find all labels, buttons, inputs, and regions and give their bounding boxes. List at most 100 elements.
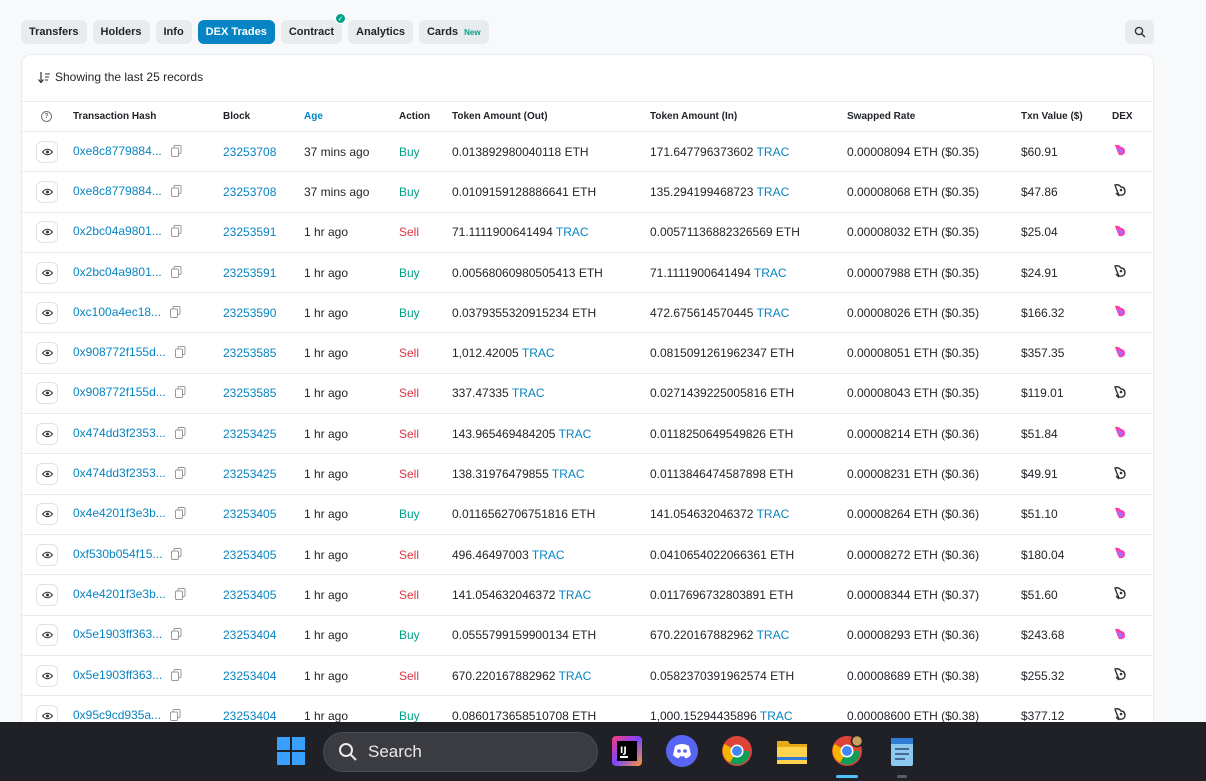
copy-button[interactable]: [174, 467, 186, 482]
txn-hash-link[interactable]: 0xe8c8779884...: [73, 184, 162, 198]
help-icon[interactable]: ?: [41, 111, 52, 122]
view-details-button[interactable]: [36, 543, 58, 566]
token-out-symbol[interactable]: TRAC: [522, 346, 555, 360]
dex-cell[interactable]: [1112, 212, 1153, 253]
txn-hash-link[interactable]: 0x474dd3f2353...: [73, 426, 166, 440]
txn-hash-link[interactable]: 0x5e1903ff363...: [73, 627, 162, 641]
txn-hash-link[interactable]: 0x2bc04a9801...: [73, 224, 162, 238]
copy-button[interactable]: [171, 668, 182, 684]
block-link[interactable]: 23253425: [223, 427, 276, 441]
txn-hash-link[interactable]: 0x95c9cd935a...: [73, 708, 161, 722]
block-link[interactable]: 23253404: [223, 628, 276, 642]
block-link[interactable]: 23253404: [223, 669, 276, 683]
view-details-button[interactable]: [36, 301, 58, 324]
taskbar-app-notepad[interactable]: [885, 734, 919, 778]
view-details-button[interactable]: [36, 463, 58, 486]
token-in-symbol[interactable]: TRAC: [754, 266, 787, 280]
tab-analytics[interactable]: Analytics: [348, 20, 413, 44]
taskbar-search[interactable]: Search: [323, 732, 598, 772]
token-out-symbol[interactable]: TRAC: [556, 225, 589, 239]
dex-cell[interactable]: [1112, 453, 1153, 495]
dex-cell[interactable]: [1112, 292, 1153, 334]
dex-cell[interactable]: [1112, 534, 1153, 576]
token-out-symbol[interactable]: TRAC: [559, 669, 592, 683]
token-out-symbol[interactable]: TRAC: [512, 386, 545, 400]
txn-hash-link[interactable]: 0x4e4201f3e3b...: [73, 587, 166, 601]
tab-dex-trades[interactable]: DEX Trades: [197, 20, 275, 44]
tab-contract[interactable]: Contract ✓: [280, 13, 347, 44]
token-in-symbol[interactable]: TRAC: [757, 306, 790, 320]
block-link[interactable]: 23253405: [223, 507, 276, 521]
block-link[interactable]: 23253591: [223, 225, 276, 239]
taskbar-app-chrome-profile[interactable]: [830, 734, 864, 778]
view-details-button[interactable]: [36, 503, 58, 526]
block-link[interactable]: 23253585: [223, 386, 276, 400]
view-details-button[interactable]: [36, 583, 58, 606]
block-link[interactable]: 23253708: [223, 185, 276, 199]
txn-hash-link[interactable]: 0xe8c8779884...: [73, 144, 162, 158]
view-details-button[interactable]: [36, 140, 58, 163]
tab-cards[interactable]: Cards New: [418, 20, 489, 44]
token-out-symbol[interactable]: TRAC: [532, 548, 565, 562]
copy-button[interactable]: [170, 184, 182, 200]
taskbar-app-intellij[interactable]: IJ: [610, 734, 644, 768]
copy-button[interactable]: [171, 547, 182, 563]
block-link[interactable]: 23253405: [223, 548, 276, 562]
block-link[interactable]: 23253404: [223, 709, 276, 723]
taskbar-app-discord[interactable]: [665, 734, 699, 768]
view-details-button[interactable]: [36, 664, 58, 687]
view-details-button[interactable]: [36, 221, 58, 244]
token-in-symbol[interactable]: TRAC: [757, 628, 790, 642]
block-link[interactable]: 23253405: [223, 588, 276, 602]
tab-holders[interactable]: Holders: [92, 20, 150, 44]
txn-hash-link[interactable]: 0x908772f155d...: [73, 345, 166, 359]
copy-button[interactable]: [174, 346, 186, 361]
dex-cell[interactable]: [1112, 373, 1153, 415]
dex-cell[interactable]: [1112, 494, 1153, 535]
token-out-symbol[interactable]: TRAC: [559, 427, 592, 441]
token-in-symbol[interactable]: TRAC: [760, 709, 793, 723]
view-details-button[interactable]: [36, 342, 58, 365]
view-details-button[interactable]: [36, 422, 58, 445]
txn-hash-link[interactable]: 0x4e4201f3e3b...: [73, 506, 166, 520]
view-details-button[interactable]: [36, 180, 58, 203]
txn-hash-link[interactable]: 0x5e1903ff363...: [73, 668, 162, 682]
token-in-symbol[interactable]: TRAC: [757, 185, 790, 199]
copy-button[interactable]: [174, 386, 186, 401]
txn-hash-link[interactable]: 0xf530b054f15...: [73, 547, 162, 561]
dex-cell[interactable]: [1112, 574, 1153, 616]
copy-button[interactable]: [170, 225, 182, 240]
view-details-button[interactable]: [36, 382, 58, 405]
dex-cell[interactable]: [1112, 413, 1153, 455]
search-button[interactable]: [1125, 20, 1154, 44]
txn-hash-link[interactable]: 0x908772f155d...: [73, 385, 166, 399]
copy-button[interactable]: [171, 628, 182, 643]
copy-button[interactable]: [170, 144, 182, 160]
block-link[interactable]: 23253708: [223, 145, 276, 159]
token-out-symbol[interactable]: TRAC: [559, 588, 592, 602]
txn-hash-link[interactable]: 0xc100a4ec18...: [73, 305, 161, 319]
txn-hash-link[interactable]: 0x2bc04a9801...: [73, 265, 162, 279]
block-link[interactable]: 23253591: [223, 266, 276, 280]
col-header-age[interactable]: Age: [304, 101, 399, 132]
view-details-button[interactable]: [36, 261, 58, 284]
copy-button[interactable]: [174, 426, 186, 442]
copy-button[interactable]: [170, 305, 181, 321]
dex-cell[interactable]: [1112, 171, 1153, 213]
copy-button[interactable]: [174, 587, 186, 603]
token-in-symbol[interactable]: TRAC: [757, 507, 790, 521]
dex-cell[interactable]: [1112, 131, 1153, 173]
block-link[interactable]: 23253585: [223, 346, 276, 360]
start-button[interactable]: [274, 734, 308, 768]
taskbar-app-chrome[interactable]: [720, 734, 754, 768]
token-in-symbol[interactable]: TRAC: [757, 145, 790, 159]
view-details-button[interactable]: [36, 624, 58, 647]
dex-cell[interactable]: [1112, 252, 1153, 294]
tab-transfers[interactable]: Transfers: [21, 20, 87, 44]
copy-button[interactable]: [170, 265, 182, 281]
dex-cell[interactable]: [1112, 332, 1153, 374]
block-link[interactable]: 23253425: [223, 467, 276, 481]
tab-info[interactable]: Info: [155, 20, 192, 44]
taskbar-app-file-explorer[interactable]: [775, 734, 809, 768]
txn-hash-link[interactable]: 0x474dd3f2353...: [73, 466, 166, 480]
